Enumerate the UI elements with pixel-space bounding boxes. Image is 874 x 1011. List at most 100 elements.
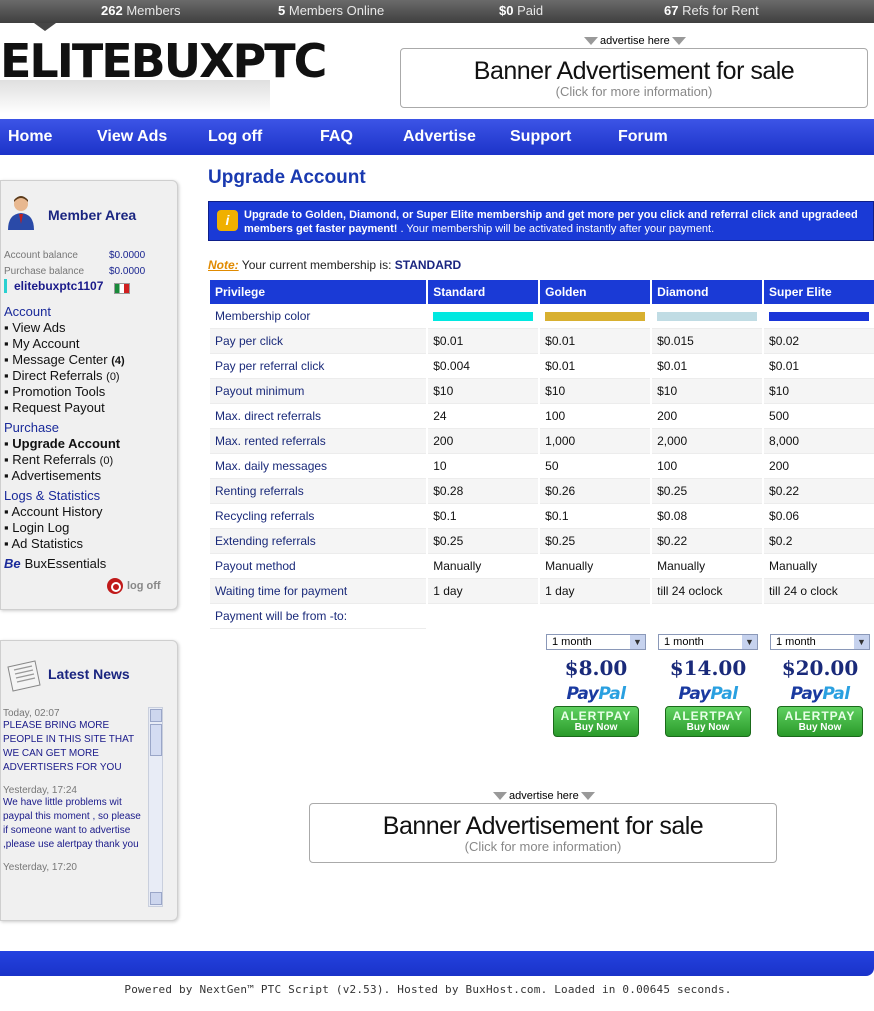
- col-standard: Standard: [428, 280, 539, 304]
- table-cell: $0.22: [764, 479, 874, 504]
- nav-faq[interactable]: FAQ: [320, 128, 353, 146]
- menu-my-account[interactable]: ▪ My Account: [4, 336, 79, 351]
- alertpay-button-golden[interactable]: ALERTPAY Buy Now: [553, 706, 639, 737]
- price-super-elite: $20.00: [781, 656, 859, 680]
- nav-view-ads[interactable]: View Ads: [97, 128, 167, 146]
- section-account: Account: [4, 304, 51, 319]
- golden-color-swatch: [545, 311, 646, 321]
- col-golden: Golden: [540, 280, 651, 304]
- table-cell: $0.25: [428, 529, 539, 554]
- privilege-table: Privilege Standard Golden Diamond Super …: [208, 280, 874, 629]
- table-cell: $0.06: [764, 504, 874, 529]
- table-cell: 200: [428, 429, 539, 454]
- chevron-down-icon: ▼: [742, 635, 757, 649]
- power-icon: [107, 578, 123, 594]
- table-row: Max. daily messages 10 50 100 200: [210, 454, 874, 479]
- logo-reflection: [0, 80, 270, 114]
- top-banner-ad[interactable]: Banner Advertisement for sale (Click for…: [400, 48, 868, 108]
- row-label: Recycling referrals: [210, 504, 427, 529]
- table-cell: Manually: [428, 554, 539, 579]
- alertpay-button-diamond[interactable]: ALERTPAY Buy Now: [665, 706, 751, 737]
- menu-view-ads[interactable]: ▪ View Ads: [4, 320, 65, 335]
- nav-advertise[interactable]: Advertise: [403, 128, 476, 146]
- advertise-here-bottom[interactable]: advertise here: [491, 790, 597, 802]
- menu-ad-statistics[interactable]: ▪ Ad Statistics: [4, 536, 83, 551]
- current-membership: STANDARD: [394, 258, 462, 272]
- news-scrollbar[interactable]: [148, 707, 163, 907]
- menu-account-history[interactable]: ▪ Account History: [4, 504, 103, 519]
- menu-request-payout[interactable]: ▪ Request Payout: [4, 400, 105, 415]
- nav-forum[interactable]: Forum: [618, 128, 668, 146]
- purchase-balance-label: Purchase balance: [4, 266, 85, 277]
- duration-select-golden[interactable]: 1 month ▼: [546, 634, 646, 650]
- table-cell: $0.02: [764, 329, 874, 354]
- footer-text: Powered by NextGen™ PTC Script (v2.53). …: [124, 983, 732, 996]
- advertise-here-top[interactable]: advertise here: [582, 35, 688, 47]
- table-row: Recycling referrals $0.1 $0.1 $0.08 $0.06: [210, 504, 874, 529]
- row-label: Pay per click: [210, 329, 427, 354]
- table-cell: $10: [652, 379, 763, 404]
- bottom-banner-ad[interactable]: Banner Advertisement for sale (Click for…: [309, 803, 777, 863]
- table-cell: $0.08: [652, 504, 763, 529]
- upgrade-info-box: i Upgrade to Golden, Diamond, or Super E…: [208, 201, 874, 241]
- table-cell: 8,000: [764, 429, 874, 454]
- flag-icon: [114, 283, 130, 294]
- user-avatar-icon: [8, 196, 34, 230]
- scroll-thumb[interactable]: [150, 724, 162, 756]
- buy-diamond: 1 month ▼ $14.00 PayPal ALERTPAY Buy Now: [658, 634, 758, 737]
- table-cell: till 24 o clock: [764, 579, 874, 604]
- price-diamond: $14.00: [669, 656, 747, 680]
- paypal-button-golden[interactable]: PayPal: [546, 684, 646, 704]
- table-cell: $0.01: [428, 329, 539, 354]
- table-cell: Manually: [764, 554, 874, 579]
- table-row: Renting referrals $0.28 $0.26 $0.25 $0.22: [210, 479, 874, 504]
- down-triangle-icon: [671, 37, 686, 46]
- table-cell: Manually: [652, 554, 763, 579]
- scroll-up-icon[interactable]: [150, 709, 162, 722]
- paypal-button-super-elite[interactable]: PayPal: [770, 684, 870, 704]
- member-area-title: Member Area: [48, 207, 137, 223]
- nav-log-off[interactable]: Log off: [208, 128, 262, 146]
- logoff-button[interactable]: log off: [107, 578, 161, 594]
- stat-online: 5 Members Online: [278, 3, 385, 18]
- menu-message-center[interactable]: ▪ Message Center (4): [4, 352, 125, 367]
- menu-upgrade-account[interactable]: ▪ Upgrade Account: [4, 436, 120, 451]
- menu-login-log[interactable]: ▪ Login Log: [4, 520, 69, 535]
- news-date: Yesterday, 17:24: [3, 785, 77, 796]
- main-nav: Home View Ads Log off FAQ Advertise Supp…: [0, 119, 874, 155]
- banner-subtitle: (Click for more information): [464, 839, 622, 854]
- color-cell: [428, 304, 539, 329]
- table-cell: $0.01: [652, 354, 763, 379]
- table-row: Payment will be from -to:: [210, 604, 874, 629]
- menu-buxessentials[interactable]: Be BuxEssentials: [4, 556, 106, 571]
- duration-select-super-elite[interactable]: 1 month ▼: [770, 634, 870, 650]
- news-date: Yesterday, 17:20: [3, 862, 77, 873]
- table-row: Payout minimum $10 $10 $10 $10: [210, 379, 874, 404]
- menu-rent-referrals[interactable]: ▪ Rent Referrals (0): [4, 452, 113, 467]
- page: 262 Members 5 Members Online $0 Paid 67 …: [0, 0, 874, 1011]
- nav-support[interactable]: Support: [510, 128, 571, 146]
- table-row: Max. direct referrals 24 100 200 500: [210, 404, 874, 429]
- note-text: Your current membership is:: [238, 258, 395, 272]
- table-cell: $10: [764, 379, 874, 404]
- color-cell: [540, 304, 651, 329]
- scroll-down-icon[interactable]: [150, 892, 162, 905]
- username[interactable]: elitebuxptc1107: [4, 279, 103, 293]
- duration-select-diamond[interactable]: 1 month ▼: [658, 634, 758, 650]
- info-icon: i: [217, 210, 238, 231]
- menu-advertisements[interactable]: ▪ Advertisements: [4, 468, 101, 483]
- table-cell: [540, 604, 651, 629]
- stats-bar: 262 Members 5 Members Online $0 Paid 67 …: [0, 0, 874, 23]
- row-label: Pay per referral click: [210, 354, 427, 379]
- color-cell: [652, 304, 763, 329]
- paypal-button-diamond[interactable]: PayPal: [658, 684, 758, 704]
- row-label: Payment will be from -to:: [210, 604, 427, 629]
- nav-home[interactable]: Home: [8, 128, 52, 146]
- table-cell: 200: [652, 404, 763, 429]
- alertpay-button-super-elite[interactable]: ALERTPAY Buy Now: [777, 706, 863, 737]
- menu-direct-referrals[interactable]: ▪ Direct Referrals (0): [4, 368, 120, 383]
- banner-title: Banner Advertisement for sale: [382, 812, 704, 840]
- table-row: Membership color: [210, 304, 874, 329]
- menu-promotion-tools[interactable]: ▪ Promotion Tools: [4, 384, 105, 399]
- news-text: We have little problems wit paypal this …: [3, 797, 141, 850]
